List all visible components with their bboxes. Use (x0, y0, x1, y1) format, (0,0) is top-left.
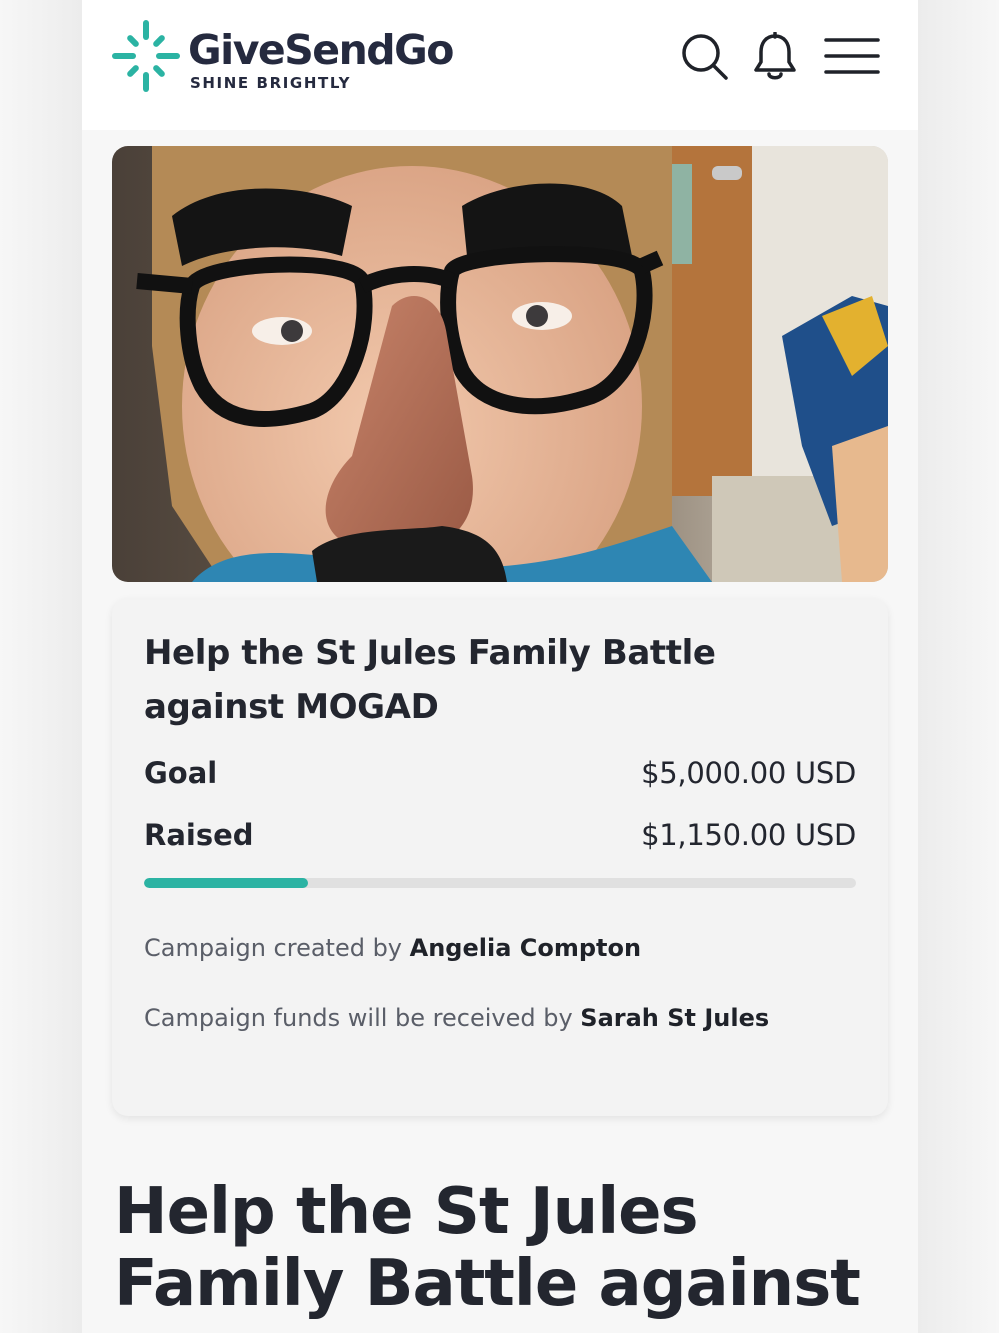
campaign-title: Help the St Jules Family Battle against … (144, 633, 716, 727)
goal-value: $5,000.00 USD (641, 756, 856, 790)
left-margin (0, 0, 82, 1333)
raised-row: Raised $1,150.00 USD (144, 818, 856, 852)
campaign-recipient: Campaign funds will be received by Sarah… (144, 1004, 769, 1032)
brand-name: GiveSendGo (188, 26, 454, 74)
right-margin (917, 0, 999, 1333)
brand-logo[interactable]: GiveSendGo SHINE BRIGHTLY (112, 20, 454, 92)
creator-name[interactable]: Angelia Compton (410, 934, 641, 962)
goal-row: Goal $5,000.00 USD (144, 756, 856, 790)
site-header: GiveSendGo SHINE BRIGHTLY (82, 0, 918, 130)
recipient-prefix: Campaign funds will be received by (144, 1004, 581, 1032)
progress-bar (144, 878, 856, 888)
campaign-photo (112, 146, 888, 582)
campaign-creator: Campaign created by Angelia Compton (144, 934, 641, 962)
bell-icon[interactable] (751, 32, 799, 82)
page-title: Help the St Jules Family Battle against (114, 1175, 861, 1321)
sparkle-logo-icon (112, 20, 180, 92)
brand-tagline: SHINE BRIGHTLY (190, 74, 352, 92)
creator-prefix: Campaign created by (144, 934, 410, 962)
goal-label: Goal (144, 756, 218, 790)
raised-label: Raised (144, 818, 254, 852)
progress-fill (144, 878, 308, 888)
menu-icon[interactable] (824, 34, 880, 82)
raised-value: $1,150.00 USD (641, 818, 856, 852)
search-icon[interactable] (680, 32, 730, 82)
campaign-hero-image[interactable] (112, 146, 888, 582)
recipient-name: Sarah St Jules (580, 1004, 770, 1032)
page: GiveSendGo SHINE BRIGHTLY Help the St Ju… (82, 0, 918, 1333)
campaign-summary-card: Help the St Jules Family Battle against … (112, 598, 888, 1116)
